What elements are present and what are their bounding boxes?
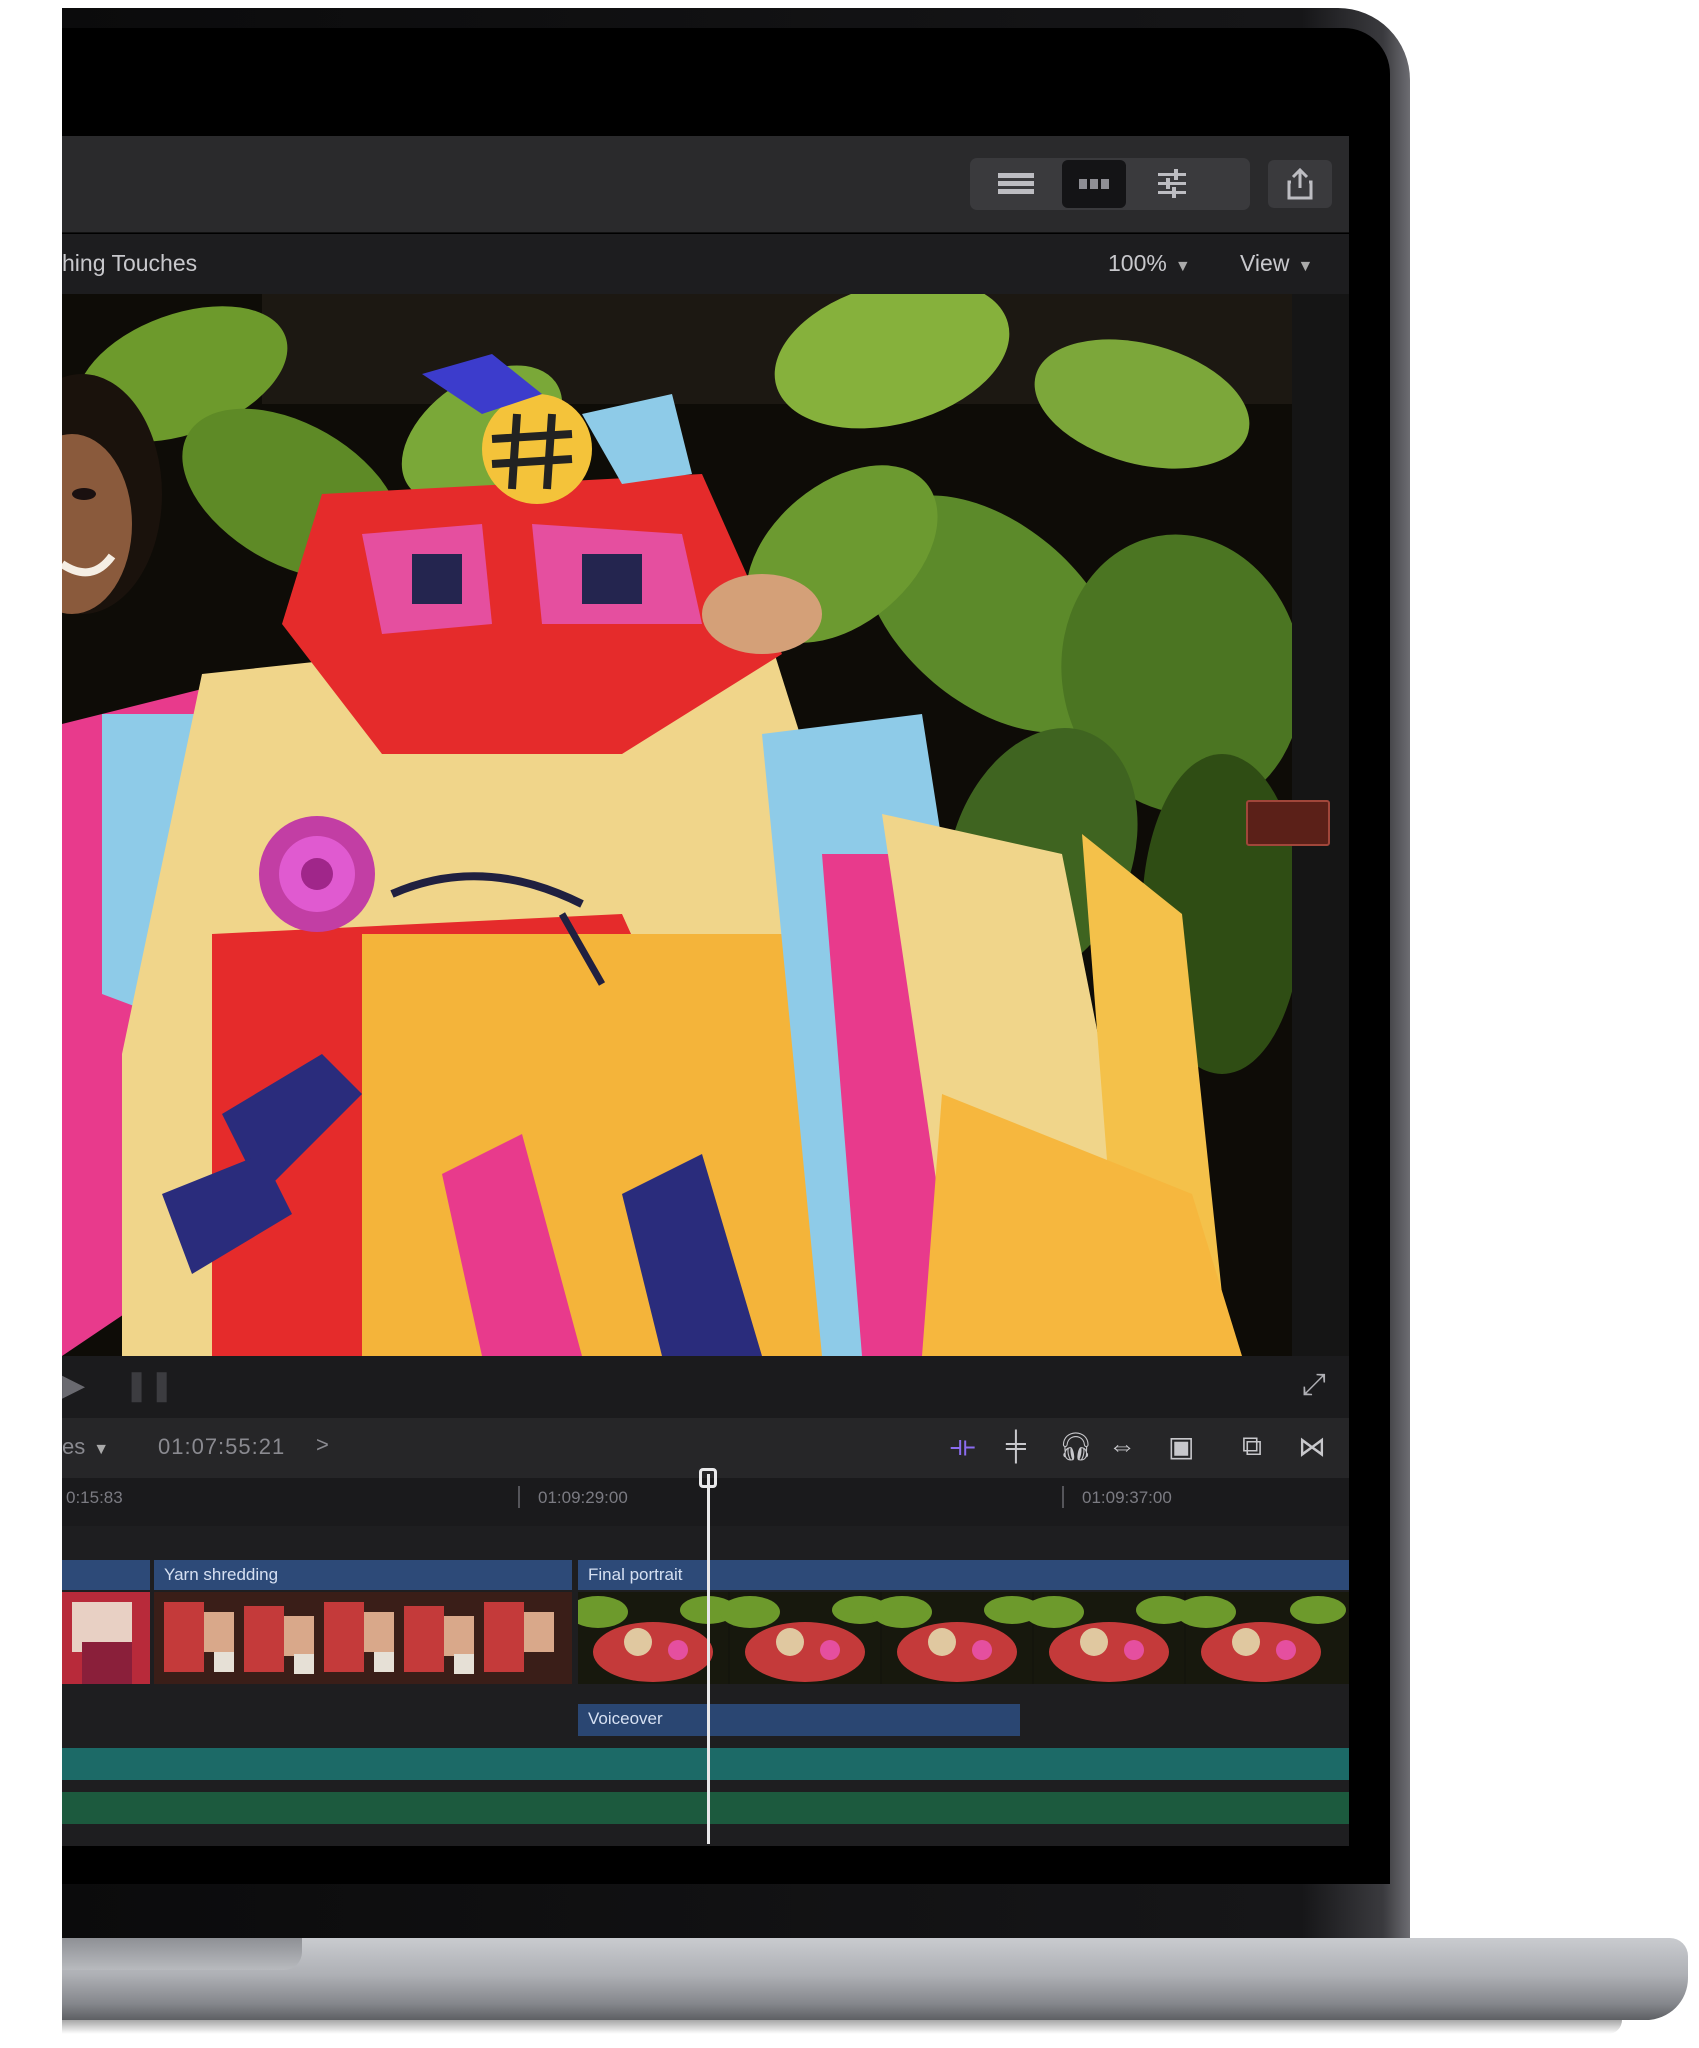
chevron-right-icon[interactable]: > xyxy=(316,1432,329,1458)
share-icon[interactable] xyxy=(1268,160,1332,208)
chevron-down-icon: ▼ xyxy=(93,1441,110,1458)
transport-bar: ▶ ❚❚ ⤢ xyxy=(62,1356,1349,1418)
viewer-title: hing Touches xyxy=(62,250,198,276)
video-frame-image xyxy=(62,294,1292,1356)
clip-title: Voiceover xyxy=(588,1709,663,1728)
clip-appearance-icon[interactable]: ▣ xyxy=(1168,1430,1194,1463)
voiceover-clip[interactable]: Voiceover xyxy=(578,1704,1020,1736)
trim-icon[interactable]: ⋈ xyxy=(1298,1430,1326,1463)
viewer-header: hing Touches 100% ▼ View ▼ xyxy=(62,234,1349,294)
filmstrip-view-icon[interactable] xyxy=(1062,160,1126,208)
play-icon[interactable]: ▶ xyxy=(62,1368,85,1403)
laptop-hinge-notch xyxy=(62,1938,302,1970)
list-view-icon[interactable] xyxy=(984,160,1048,208)
clip-filmstrip[interactable] xyxy=(154,1592,572,1684)
ruler-tick xyxy=(1062,1486,1064,1508)
inspector-sliders-icon[interactable] xyxy=(1140,160,1204,208)
timeline-index-icon[interactable]: ⧉ xyxy=(1242,1430,1262,1463)
clip-filmstrip[interactable] xyxy=(62,1592,150,1684)
snapping-icon[interactable]: ╪ xyxy=(1006,1430,1026,1462)
audio-headphones-icon[interactable]: 🎧︎ xyxy=(1058,1430,1094,1463)
view-menu-label: View xyxy=(1240,250,1290,276)
project-dropdown[interactable]: es ▼ xyxy=(62,1434,109,1460)
timecode-display: 01:07:55:21 xyxy=(158,1434,286,1459)
chevron-down-icon: ▼ xyxy=(1174,258,1191,275)
clip-title: Final portrait xyxy=(588,1565,683,1584)
clip-title-bar[interactable] xyxy=(62,1560,150,1590)
laptop-screen: hing Touches 100% ▼ View ▼ ▶ ❚❚ ⤢ es ▼ 0… xyxy=(62,28,1390,1884)
playhead-handle[interactable] xyxy=(699,1468,717,1488)
laptop-base-shadow xyxy=(62,2020,1622,2034)
app-toolbar xyxy=(62,136,1349,233)
laptop-base xyxy=(62,1938,1688,2020)
viewer-zoom-dropdown[interactable]: 100% ▼ xyxy=(1108,250,1191,277)
ruler-label: 01:09:29:00 xyxy=(538,1488,628,1507)
ruler-label: 0:15:83 xyxy=(66,1488,123,1507)
video-viewer[interactable] xyxy=(62,294,1292,1356)
clip-title: Yarn shredding xyxy=(164,1565,279,1584)
viewer-view-dropdown[interactable]: View ▼ xyxy=(1240,250,1313,277)
zoom-value: 100% xyxy=(1108,250,1167,276)
audio-track-teal[interactable] xyxy=(62,1748,1349,1780)
solo-icon[interactable]: ⇔ xyxy=(1108,1430,1136,1462)
clip-title-bar[interactable]: Yarn shredding xyxy=(154,1560,572,1590)
ruler-tick xyxy=(518,1486,520,1508)
pause-icon[interactable]: ❚❚ xyxy=(124,1368,174,1403)
playhead[interactable] xyxy=(707,1474,710,1844)
fullscreen-icon[interactable]: ⤢ xyxy=(1302,1368,1326,1402)
skimming-icon[interactable]: ⟛ xyxy=(950,1430,975,1463)
project-label: es xyxy=(62,1434,86,1459)
marker-tag xyxy=(1246,800,1330,846)
clip-filmstrip[interactable] xyxy=(578,1592,1349,1684)
chevron-down-icon: ▼ xyxy=(1297,258,1314,275)
clip-title-bar[interactable]: Final portrait xyxy=(578,1560,1349,1590)
ruler-label: 01:09:37:00 xyxy=(1082,1488,1172,1507)
audio-track-green[interactable] xyxy=(62,1792,1349,1824)
